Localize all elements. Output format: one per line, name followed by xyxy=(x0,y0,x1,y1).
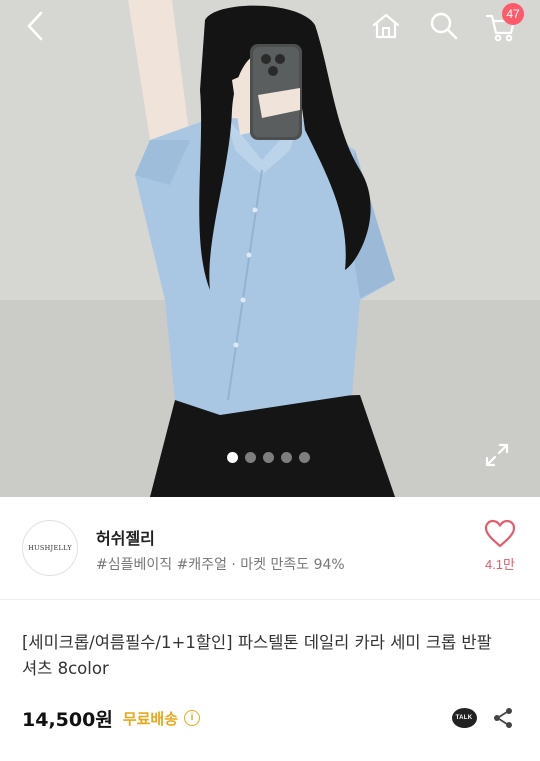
seller-tags: #심플베이직 #캐주얼 · 마켓 만족도 94% xyxy=(96,557,345,573)
kakao-talk-button[interactable]: TALK xyxy=(450,705,478,731)
search-icon xyxy=(430,12,458,40)
share-icon xyxy=(494,708,512,728)
carousel-dot[interactable] xyxy=(263,452,274,463)
info-icon[interactable]: i xyxy=(184,710,201,726)
carousel-dot[interactable] xyxy=(281,452,292,463)
carousel-dot[interactable] xyxy=(299,452,310,463)
carousel-indicator xyxy=(227,452,310,463)
product-title: [세미크롭/여름필수/1+1할인] 파스텔톤 데일리 카라 세미 크롭 반팔 셔… xyxy=(22,633,492,678)
seller-logo[interactable]: HUSHJELLY xyxy=(22,520,78,576)
price-row: 14,500원 무료배송 i xyxy=(22,703,201,733)
seller-logo-text: HUSHJELLY xyxy=(28,544,72,552)
home-icon xyxy=(372,13,400,39)
cart-button[interactable]: 47 xyxy=(482,3,524,46)
chevron-left-icon xyxy=(27,11,43,41)
heart-icon xyxy=(484,519,516,548)
product-image-gallery[interactable] xyxy=(0,0,540,497)
product-photo xyxy=(0,0,540,497)
like-count: 4.1만 xyxy=(484,557,516,572)
seller-name[interactable]: 허쉬젤리 xyxy=(96,525,155,549)
home-button[interactable] xyxy=(368,8,404,44)
cart-count-badge: 47 xyxy=(502,3,524,25)
share-button[interactable] xyxy=(490,705,516,731)
carousel-dot[interactable] xyxy=(227,452,238,463)
fullscreen-button[interactable] xyxy=(482,440,512,470)
search-button[interactable] xyxy=(426,8,462,44)
product-price: 14,500원 xyxy=(22,708,113,731)
talk-label: TALK xyxy=(455,715,473,721)
carousel-dot[interactable] xyxy=(245,452,256,463)
kakao-talk-icon: TALK xyxy=(451,708,477,728)
free-shipping-label: 무료배송 xyxy=(122,709,179,728)
like-button[interactable]: 4.1만 xyxy=(482,519,518,573)
top-navigation-bar: 47 xyxy=(0,0,540,56)
seller-section: HUSHJELLY 허쉬젤리 #심플베이직 #캐주얼 · 마켓 만족도 94% … xyxy=(0,497,540,600)
expand-icon xyxy=(485,443,509,467)
back-button[interactable] xyxy=(18,8,52,44)
